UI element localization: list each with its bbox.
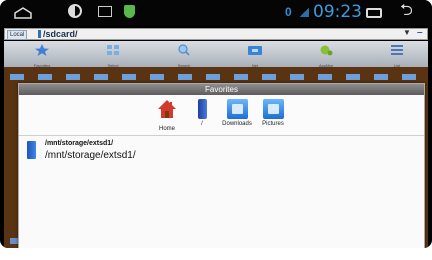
search-icon bbox=[178, 44, 190, 56]
grid-icon bbox=[107, 45, 119, 55]
shield-icon bbox=[124, 5, 135, 18]
clock: 09:23 bbox=[313, 2, 362, 22]
recent-apps-icon[interactable] bbox=[366, 8, 382, 18]
favorite-pictures[interactable]: Pictures bbox=[253, 99, 293, 127]
favorite-downloads[interactable]: Downloads bbox=[217, 99, 257, 127]
favorite-label: Downloads bbox=[222, 121, 252, 127]
favorite-home[interactable]: Home bbox=[147, 99, 187, 132]
favorites-row: Home / Downloads Pictures bbox=[19, 95, 424, 136]
back-icon[interactable]: ⮌ bbox=[400, 3, 413, 19]
signal-icon bbox=[300, 7, 309, 17]
toolbar-search-button[interactable]: Search bbox=[154, 41, 214, 68]
background-folder-row bbox=[10, 74, 420, 80]
toolbar-appmgr-button[interactable]: AppMgr bbox=[296, 41, 356, 68]
list-item[interactable]: /mnt/storage/extsd1/ /mnt/storage/extsd1… bbox=[19, 138, 424, 164]
list-icon bbox=[391, 45, 403, 55]
status-bar: 0 09:23 ⮌ bbox=[0, 0, 432, 26]
favorite-label: Home bbox=[158, 126, 175, 132]
gallery-icon bbox=[98, 6, 112, 17]
folder-icon bbox=[262, 99, 284, 119]
device-screen: 0 09:23 ⮌ Local /sdcard/ ▼ – Favorites S… bbox=[0, 0, 432, 248]
toolbar-favorites-button[interactable]: Favorites bbox=[12, 41, 72, 68]
entry-name: /mnt/storage/extsd1/ bbox=[45, 140, 114, 147]
dialog-title: Favorites bbox=[19, 84, 424, 95]
favorite-label: / bbox=[201, 121, 203, 127]
sd-card-icon bbox=[27, 141, 36, 159]
storage-icon bbox=[38, 30, 41, 38]
star-icon bbox=[35, 44, 49, 56]
home-icon bbox=[158, 100, 176, 118]
toolbar-list-button[interactable]: List bbox=[367, 41, 427, 68]
app-manager-icon bbox=[320, 45, 333, 56]
toolbar-select-button[interactable]: Select bbox=[83, 41, 143, 68]
path-bar: Local /sdcard/ ▼ – bbox=[4, 27, 428, 40]
home-icon[interactable] bbox=[14, 7, 32, 19]
entry-path: /mnt/storage/extsd1/ bbox=[45, 150, 136, 161]
current-path[interactable]: /sdcard/ bbox=[43, 29, 78, 39]
screen: 0 09:23 ⮌ Local /sdcard/ ▼ – Favorites S… bbox=[0, 0, 432, 260]
notification-count: 0 bbox=[285, 5, 292, 19]
favorite-root[interactable]: / bbox=[182, 99, 222, 127]
folder-icon bbox=[226, 99, 248, 119]
favorite-label: Pictures bbox=[262, 121, 284, 127]
chevron-down-icon[interactable]: ▼ bbox=[403, 28, 411, 37]
minus-icon[interactable]: – bbox=[417, 27, 423, 38]
network-folder-icon bbox=[248, 46, 262, 55]
toolbar-net-button[interactable]: Net bbox=[225, 41, 285, 68]
brightness-icon[interactable] bbox=[68, 4, 82, 18]
phone-icon bbox=[197, 99, 207, 119]
location-chip[interactable]: Local bbox=[7, 30, 28, 40]
toolbar: Favorites Select Search Net AppMgr List bbox=[4, 41, 428, 68]
favorites-dialog: Favorites Home / Downloads Pictures /mnt… bbox=[18, 83, 425, 248]
